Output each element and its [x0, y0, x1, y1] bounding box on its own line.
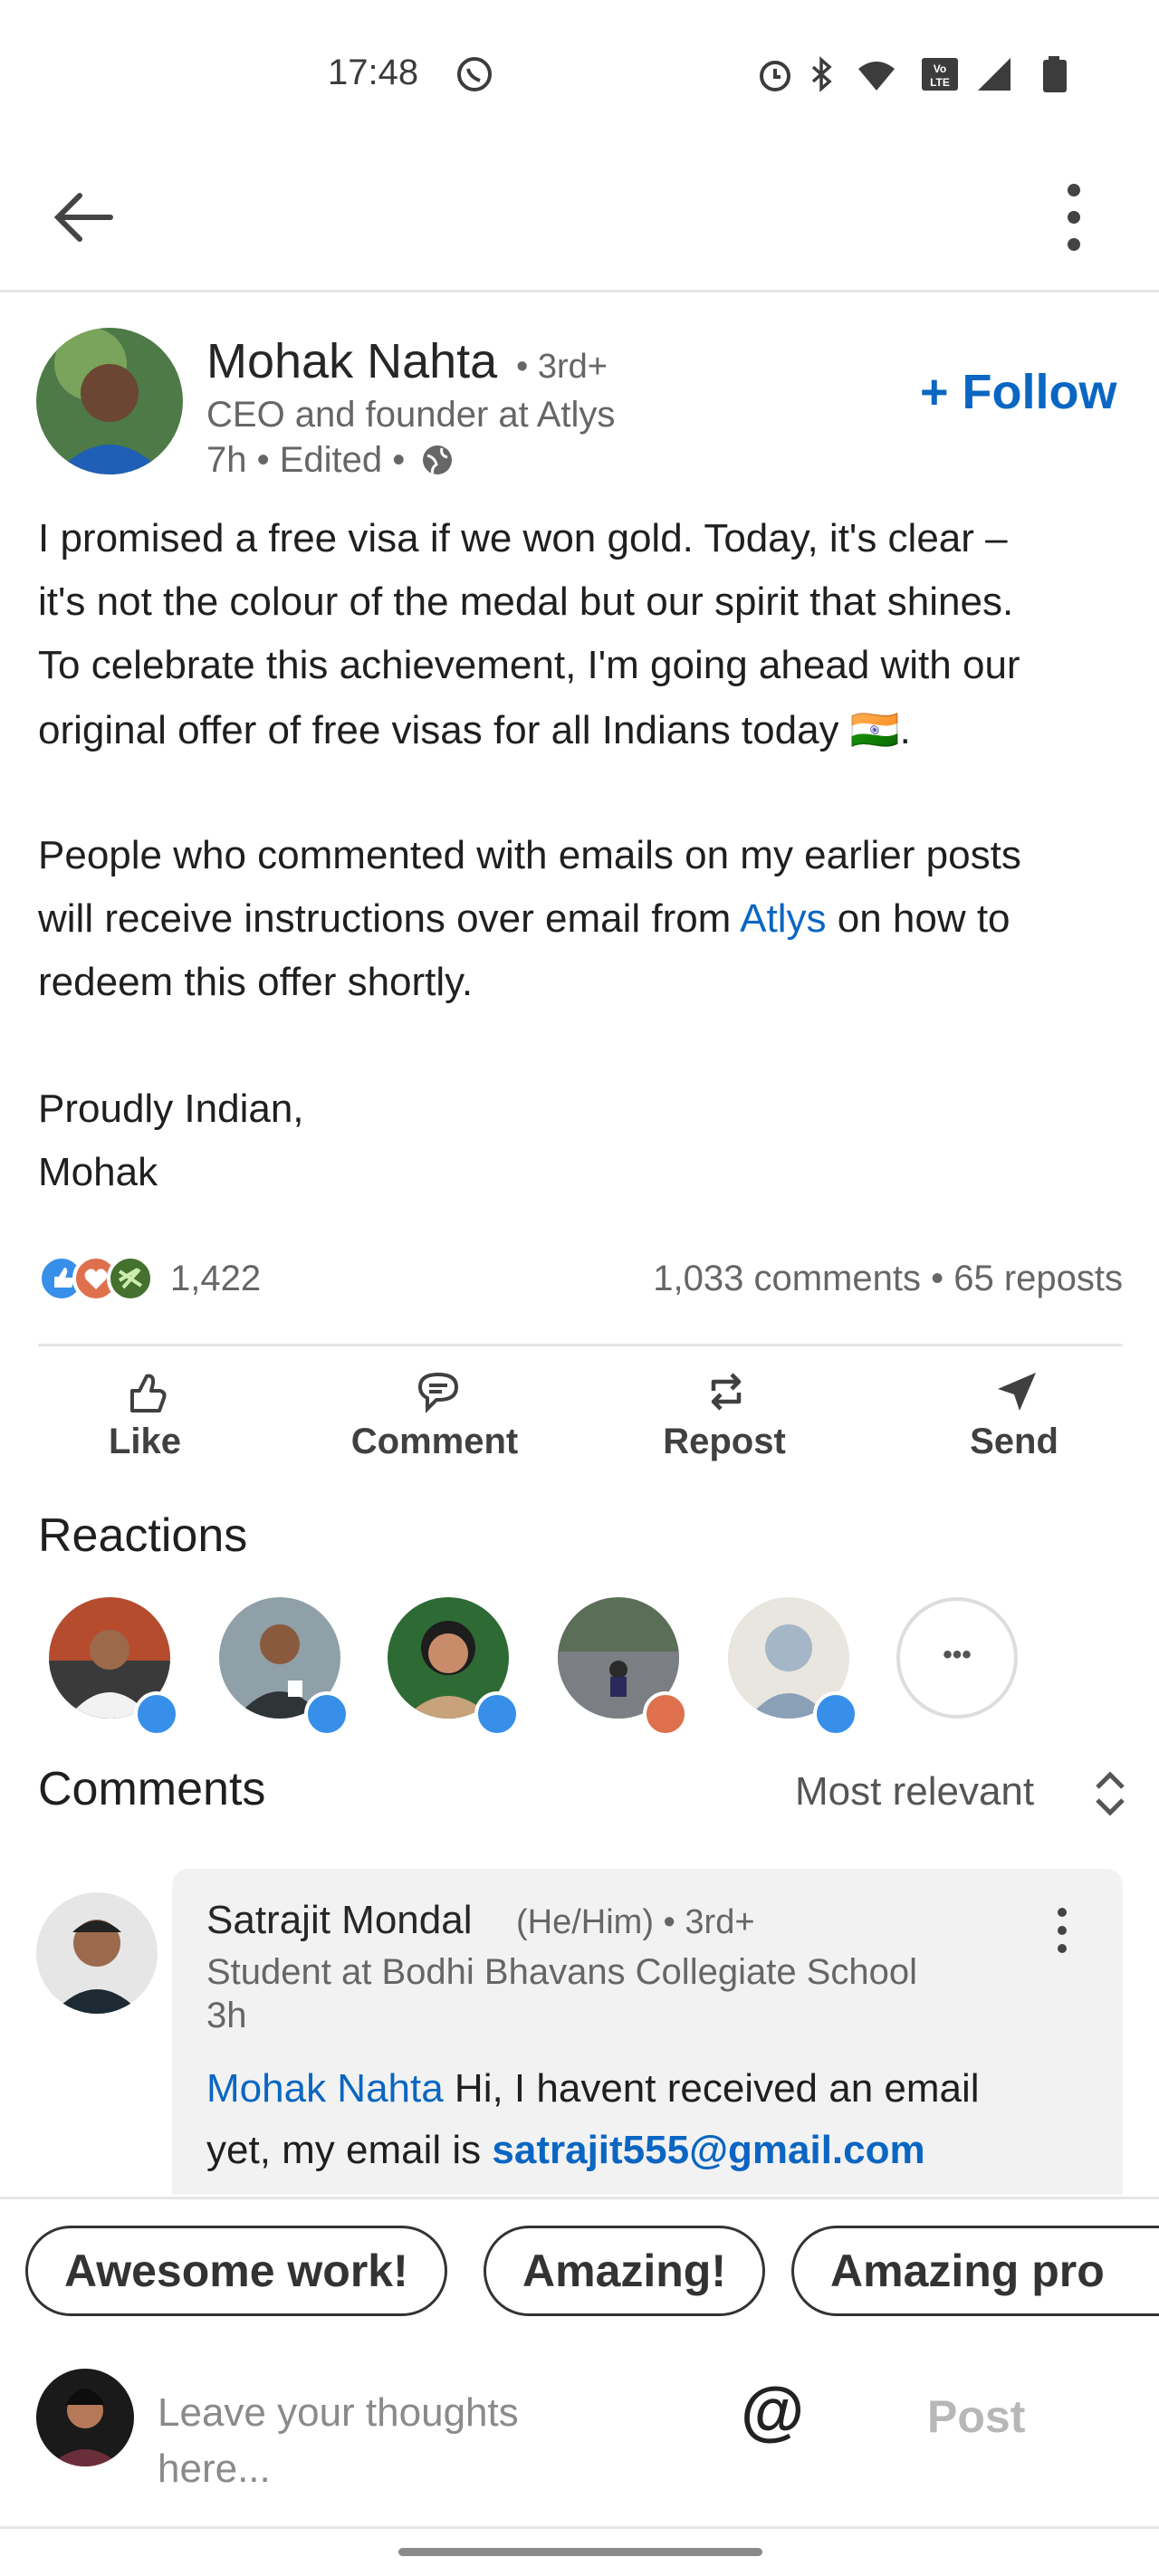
follow-button[interactable]: + Follow: [920, 364, 1117, 420]
comment-input-placeholder: Leave your thoughts: [158, 2390, 519, 2435]
post-body-text: on how to: [826, 896, 1011, 941]
post-body-line: Mohak: [38, 1150, 158, 1194]
comments-reposts-count[interactable]: 1,033 comments • 65 reposts: [653, 1259, 1123, 1299]
post-body-line: redeem this offer shortly.: [38, 960, 474, 1004]
commenter-headline: Student at Bodhi Bhavans Collegiate Scho…: [206, 1952, 917, 1992]
globe-icon: [423, 445, 453, 474]
email-link[interactable]: satrajit555@gmail.com: [492, 2128, 924, 2172]
send-icon: [998, 1373, 1036, 1411]
comments-title: Comments: [38, 1763, 266, 1815]
comment-label: Comment: [350, 1422, 519, 1461]
wifi-icon: [858, 62, 895, 91]
whatsapp-icon: [457, 57, 492, 91]
post-body-line: People who commented with emails on my e…: [38, 833, 1021, 877]
post-body-text: original offer of free visas for all Ind…: [38, 708, 839, 752]
comment-input[interactable]: Leave your thoughts here...: [158, 2385, 519, 2497]
send-button[interactable]: Send: [915, 1365, 1114, 1465]
bluetooth-icon: [811, 56, 832, 92]
suggestion-chip[interactable]: Awesome work!: [25, 2226, 447, 2316]
post-body-line: it's not the colour of the medal but our…: [38, 579, 1014, 624]
comment-text-line: Mohak Nahta Hi, I havent received an ema…: [206, 2066, 980, 2112]
comment-input-placeholder: here...: [158, 2447, 271, 2491]
comment-text-line: yet, my email is satrajit555@gmail.com: [206, 2128, 925, 2173]
comment-text: Hi, I havent received an email: [443, 2066, 980, 2111]
send-label: Send: [970, 1422, 1058, 1461]
svg-text:Vo: Vo: [934, 62, 946, 75]
connection-degree: • 3rd+: [516, 348, 608, 386]
reaction-count[interactable]: 1,422: [170, 1259, 261, 1299]
divider: [0, 2197, 1159, 2199]
more-vertical-icon[interactable]: [1050, 176, 1097, 259]
alarm-icon: [760, 61, 790, 91]
comment-icon: [417, 1372, 459, 1413]
author-name[interactable]: Mohak Nahta: [206, 333, 497, 389]
commenter-pronoun-degree: (He/Him) • 3rd+: [516, 1903, 755, 1941]
battery-icon: [1043, 56, 1067, 92]
post-meta: 7h • Edited •: [206, 440, 455, 481]
post-body-text: will receive instructions over email fro…: [38, 896, 741, 941]
current-user-avatar: [36, 2369, 134, 2466]
reactions-title: Reactions: [38, 1509, 248, 1562]
india-flag-emoji: 🇮🇳: [849, 708, 900, 752]
post-body-line: will receive instructions over email fro…: [38, 896, 1011, 942]
repost-icon: [711, 1373, 742, 1411]
post-body-text: .: [899, 708, 911, 752]
author-avatar[interactable]: [36, 328, 183, 474]
app-bar: [0, 145, 1159, 292]
thumbs-up-icon: [130, 1374, 167, 1412]
divider: [0, 2526, 1159, 2529]
sort-dropdown[interactable]: Most relevant: [795, 1769, 1034, 1815]
mention-button[interactable]: @: [741, 2374, 804, 2448]
post-body-line: I promised a free visa if we won gold. T…: [38, 516, 1008, 560]
divider: [38, 1344, 1123, 1346]
home-indicator[interactable]: [398, 2548, 762, 2556]
like-badge-icon: [474, 1691, 520, 1737]
like-badge-icon: [134, 1691, 179, 1737]
comment-more-icon[interactable]: [1049, 1905, 1076, 1956]
volte-icon: VoLTE: [922, 58, 958, 91]
status-time: 17:48: [328, 53, 419, 92]
like-badge-icon: [813, 1691, 858, 1737]
like-label: Like: [108, 1422, 182, 1461]
post-meta-text: 7h • Edited •: [206, 440, 406, 480]
arrow-left-icon[interactable]: [47, 181, 120, 254]
comment-time: 3h: [206, 1996, 247, 2035]
comment-text: yet, my email is: [206, 2128, 493, 2172]
like-button[interactable]: Like: [45, 1365, 244, 1465]
atlys-link[interactable]: Atlys: [740, 896, 826, 941]
commenter-name[interactable]: Satrajit Mondal: [206, 1898, 472, 1943]
like-badge-icon: [304, 1691, 350, 1737]
suggestion-chip[interactable]: Amazing pro: [791, 2226, 1159, 2316]
post-body-line: To celebrate this achievement, I'm going…: [38, 643, 1020, 687]
love-badge-icon: [643, 1691, 688, 1737]
mention-link[interactable]: Mohak Nahta: [206, 2066, 444, 2111]
signal-icon: [978, 58, 1011, 91]
repost-label: Repost: [663, 1422, 786, 1461]
commenter-avatar[interactable]: [36, 1892, 158, 2014]
more-reactions-button[interactable]: •••: [896, 1597, 1018, 1719]
post-comment-button[interactable]: Post: [927, 2390, 1025, 2443]
post-body-line: original offer of free visas for all Ind…: [38, 706, 911, 753]
suggestion-chip[interactable]: Amazing!: [484, 2226, 765, 2316]
reaction-icons[interactable]: [36, 1253, 163, 1304]
svg-text:LTE: LTE: [930, 76, 950, 89]
repost-button[interactable]: Repost: [625, 1365, 824, 1465]
post-body-line: Proudly Indian,: [38, 1087, 304, 1131]
author-headline: CEO and founder at Atlys: [206, 395, 616, 435]
chevron-up-down-icon[interactable]: [1092, 1769, 1128, 1818]
comment-button[interactable]: Comment: [335, 1365, 534, 1465]
